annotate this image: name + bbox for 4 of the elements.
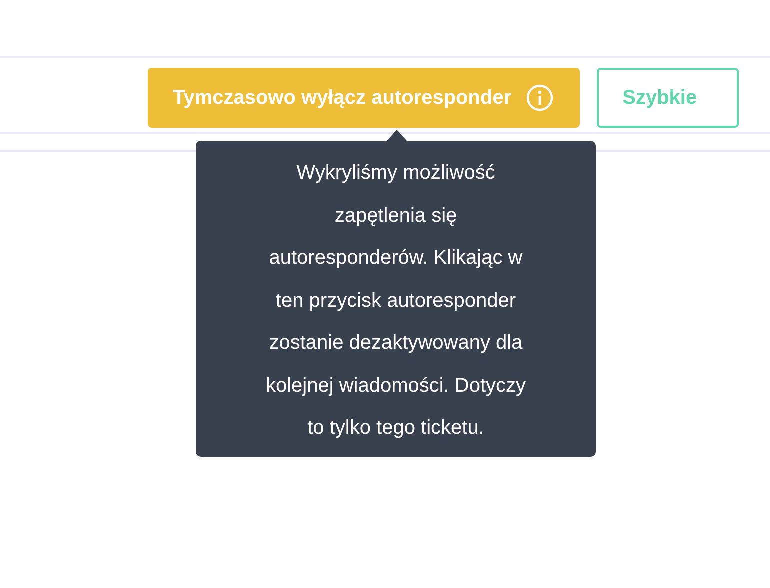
disable-autoresponder-button[interactable]: Tymczasowo wyłącz autoresponder xyxy=(148,68,580,128)
info-icon xyxy=(526,84,554,112)
quick-button[interactable]: Szybkie xyxy=(596,68,740,128)
tooltip: Wykryliśmy możliwość zapętlenia się autoresponderów. Klikając w ten przycisk autoresponder zostanie dezaktywowany dla kolejnej wiadomości. Dotyczy to tylko tego ticketu. xyxy=(196,141,596,457)
